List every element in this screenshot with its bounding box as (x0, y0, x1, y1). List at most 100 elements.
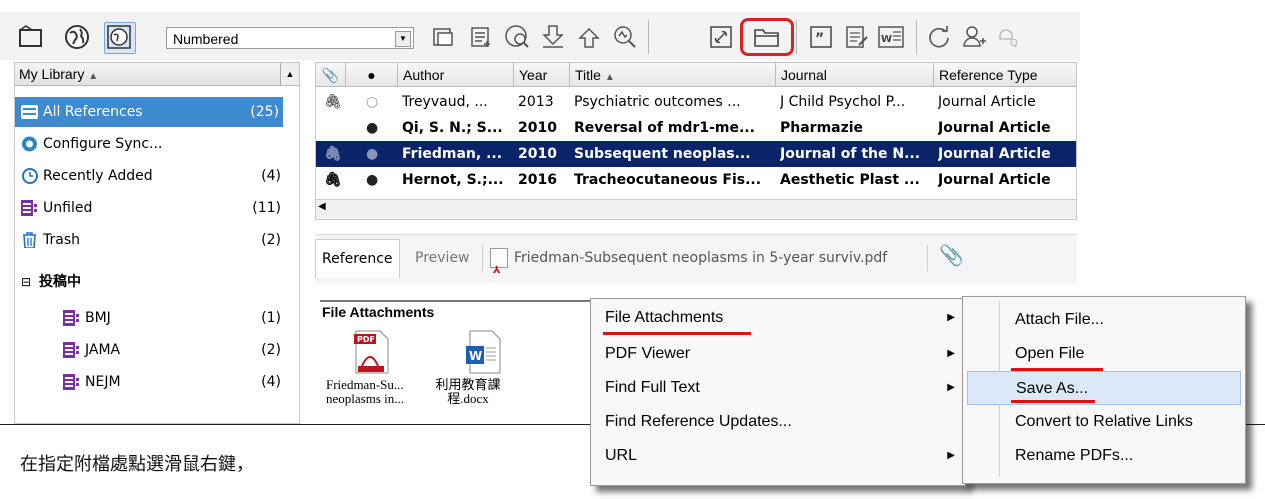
group-icon (63, 342, 79, 358)
sidebar-item-count: (2) (261, 342, 281, 358)
find-full-text-icon[interactable] (502, 22, 532, 52)
upload-icon[interactable] (574, 22, 604, 52)
link-icon[interactable] (706, 22, 736, 52)
cell-type: Journal Article (938, 94, 1036, 110)
sidebar-item-nejm[interactable]: NEJM (4) (15, 367, 285, 397)
collapse-icon[interactable]: ⊟ (21, 267, 31, 297)
sidebar-item-label: BMJ (85, 310, 111, 326)
column-header-attachment[interactable]: 📎 (316, 63, 346, 87)
library-header[interactable]: My Library ▲ ▲ (15, 63, 299, 86)
search-online-icon[interactable] (610, 22, 640, 52)
dot-icon: ● (367, 67, 376, 83)
tab-reference[interactable]: Reference (315, 239, 400, 278)
paperclip-icon[interactable]: 📎 (939, 243, 964, 267)
sidebar-item-bmj[interactable]: BMJ (1) (15, 303, 285, 333)
attachment-file-name: 利用教育課 程.docx (428, 378, 508, 406)
tab-separator (927, 245, 928, 271)
group-icon (63, 310, 79, 326)
horizontal-scrollbar[interactable]: ◀ (316, 199, 1076, 218)
attachment-file-word[interactable]: W 利用教育課 程.docx (420, 330, 504, 420)
find-icon[interactable]: Q (994, 22, 1024, 52)
toolbar-separator (916, 20, 917, 54)
menu-item-convert-relative-links[interactable]: Convert to Relative Links (963, 405, 1245, 439)
cell-type: Journal Article (938, 146, 1051, 162)
style-select-value: Numbered (173, 31, 239, 47)
tab-pdf[interactable]: ⅄ Friedman-Subsequent neoplasms in 5-year… (490, 239, 887, 277)
open-file-highlight (740, 18, 794, 56)
cell-title: Subsequent neoplas... (574, 146, 751, 162)
sidebar-item-count: (4) (261, 374, 281, 390)
group-set-header[interactable]: ⊟ 投稿中 (15, 267, 285, 297)
table-row[interactable]: 🖇 ○ Treyvaud, ... 2013 Psychiatric outcomes … (316, 89, 1076, 115)
sidebar-item-label: Configure Sync... (43, 136, 163, 152)
sidebar-item-trash[interactable]: Trash (2) (15, 225, 285, 255)
column-header-read-status[interactable]: ● (346, 63, 398, 87)
quote-icon[interactable]: ” (806, 22, 836, 52)
cell-year: 2010 (518, 120, 557, 136)
menu-item-rename-pdfs[interactable]: Rename PDFs... (963, 439, 1245, 473)
menu-item-find-reference-updates[interactable]: Find Reference Updates... (591, 405, 965, 439)
column-header-journal[interactable]: Journal (776, 63, 934, 87)
refresh-icon[interactable] (924, 22, 954, 52)
sidebar-item-count: (4) (261, 168, 281, 184)
sidebar-item-label: Unfiled (43, 200, 93, 216)
menu-item-attach-file[interactable]: Attach File... (963, 303, 1245, 337)
sidebar-item-configure-sync[interactable]: Configure Sync... (15, 129, 285, 159)
tab-pdf-label: Friedman-Subsequent neoplasms in 5-year … (514, 250, 888, 266)
output-style-select[interactable]: Numbered ▼ (166, 27, 414, 49)
reference-tabs: Reference Preview ⅄ Friedman-Subsequent n… (315, 234, 1077, 283)
submenu-arrow-icon: ▶ (947, 382, 955, 393)
column-header-author[interactable]: Author (398, 63, 514, 87)
cell-journal: Pharmazie (780, 120, 864, 136)
menu-item-find-full-text[interactable]: Find Full Text ▶ (591, 371, 965, 405)
tab-preview[interactable]: Preview (415, 239, 470, 277)
clock-icon (22, 168, 38, 184)
column-header-reference-type[interactable]: Reference Type (934, 63, 1076, 87)
word-file-icon: W (466, 330, 501, 374)
download-icon[interactable] (538, 22, 568, 52)
menu-item-save-as[interactable]: Save As... (967, 371, 1241, 405)
annotate-icon[interactable] (842, 22, 872, 52)
chevron-down-icon[interactable]: ▼ (395, 31, 411, 47)
reference-list: 📎 ● Author Year Title ▲ Journal Referenc… (315, 62, 1077, 220)
menu-item-label: Find Full Text (605, 379, 700, 396)
format-bibliography-icon[interactable] (466, 22, 496, 52)
column-header-title[interactable]: Title ▲ (570, 63, 776, 87)
paperclip-icon: 🖇 (324, 94, 342, 110)
word-doc-icon[interactable]: W (876, 22, 906, 52)
svg-text:Q: Q (1010, 38, 1018, 49)
online-search-icon[interactable] (62, 22, 92, 52)
cell-type: Journal Article (938, 120, 1051, 136)
scroll-left-icon[interactable]: ◀ (318, 201, 326, 212)
table-row[interactable]: ● Qi, S. N.; S... 2010 Reversal of mdr1-me.… (316, 115, 1076, 141)
group-icon (63, 374, 79, 390)
insert-citation-icon[interactable] (428, 22, 458, 52)
toolbar-separator (648, 20, 649, 54)
read-status-icon: ● (366, 172, 379, 188)
menu-item-open-file[interactable]: Open File (963, 337, 1245, 371)
scroll-up-icon[interactable]: ▲ (280, 63, 299, 85)
share-user-icon[interactable] (960, 22, 990, 52)
file-name-line: 程.docx (447, 391, 489, 406)
cell-author: Friedman, ... (402, 146, 503, 162)
cell-year: 2013 (518, 94, 554, 110)
sidebar-item-recently-added[interactable]: Recently Added (4) (15, 161, 285, 191)
sidebar-item-label: NEJM (85, 374, 121, 390)
table-row[interactable]: 🖇 ● Hernot, S.;... 2016 Tracheocutaneous Fis… (316, 167, 1076, 193)
menu-item-pdf-viewer[interactable]: PDF Viewer ▶ (591, 337, 965, 371)
menu-item-file-attachments[interactable]: File Attachments ▶ (591, 301, 965, 335)
menu-item-label: URL (605, 447, 638, 464)
integrated-library-icon[interactable] (104, 22, 136, 54)
sidebar-item-jama[interactable]: JAMA (2) (15, 335, 285, 365)
new-library-icon[interactable] (16, 22, 46, 52)
attachment-file-pdf[interactable]: PDF Friedman-Su... neoplasms in... (326, 330, 410, 420)
menu-item-url[interactable]: URL ▶ (591, 439, 965, 473)
sidebar-item-unfiled[interactable]: Unfiled (11) (15, 193, 285, 223)
paperclip-icon: 🖇 (324, 146, 342, 162)
paperclip-icon: 🖇 (324, 172, 342, 188)
toolbar-separator (796, 20, 797, 54)
table-row[interactable]: 🖇 ● Friedman, ... 2010 Subsequent neoplas...… (316, 141, 1076, 167)
column-header-year[interactable]: Year (514, 63, 570, 87)
cell-title: Reversal of mdr1-me... (574, 120, 755, 136)
sidebar-item-all-references[interactable]: All References (25) (15, 97, 283, 127)
